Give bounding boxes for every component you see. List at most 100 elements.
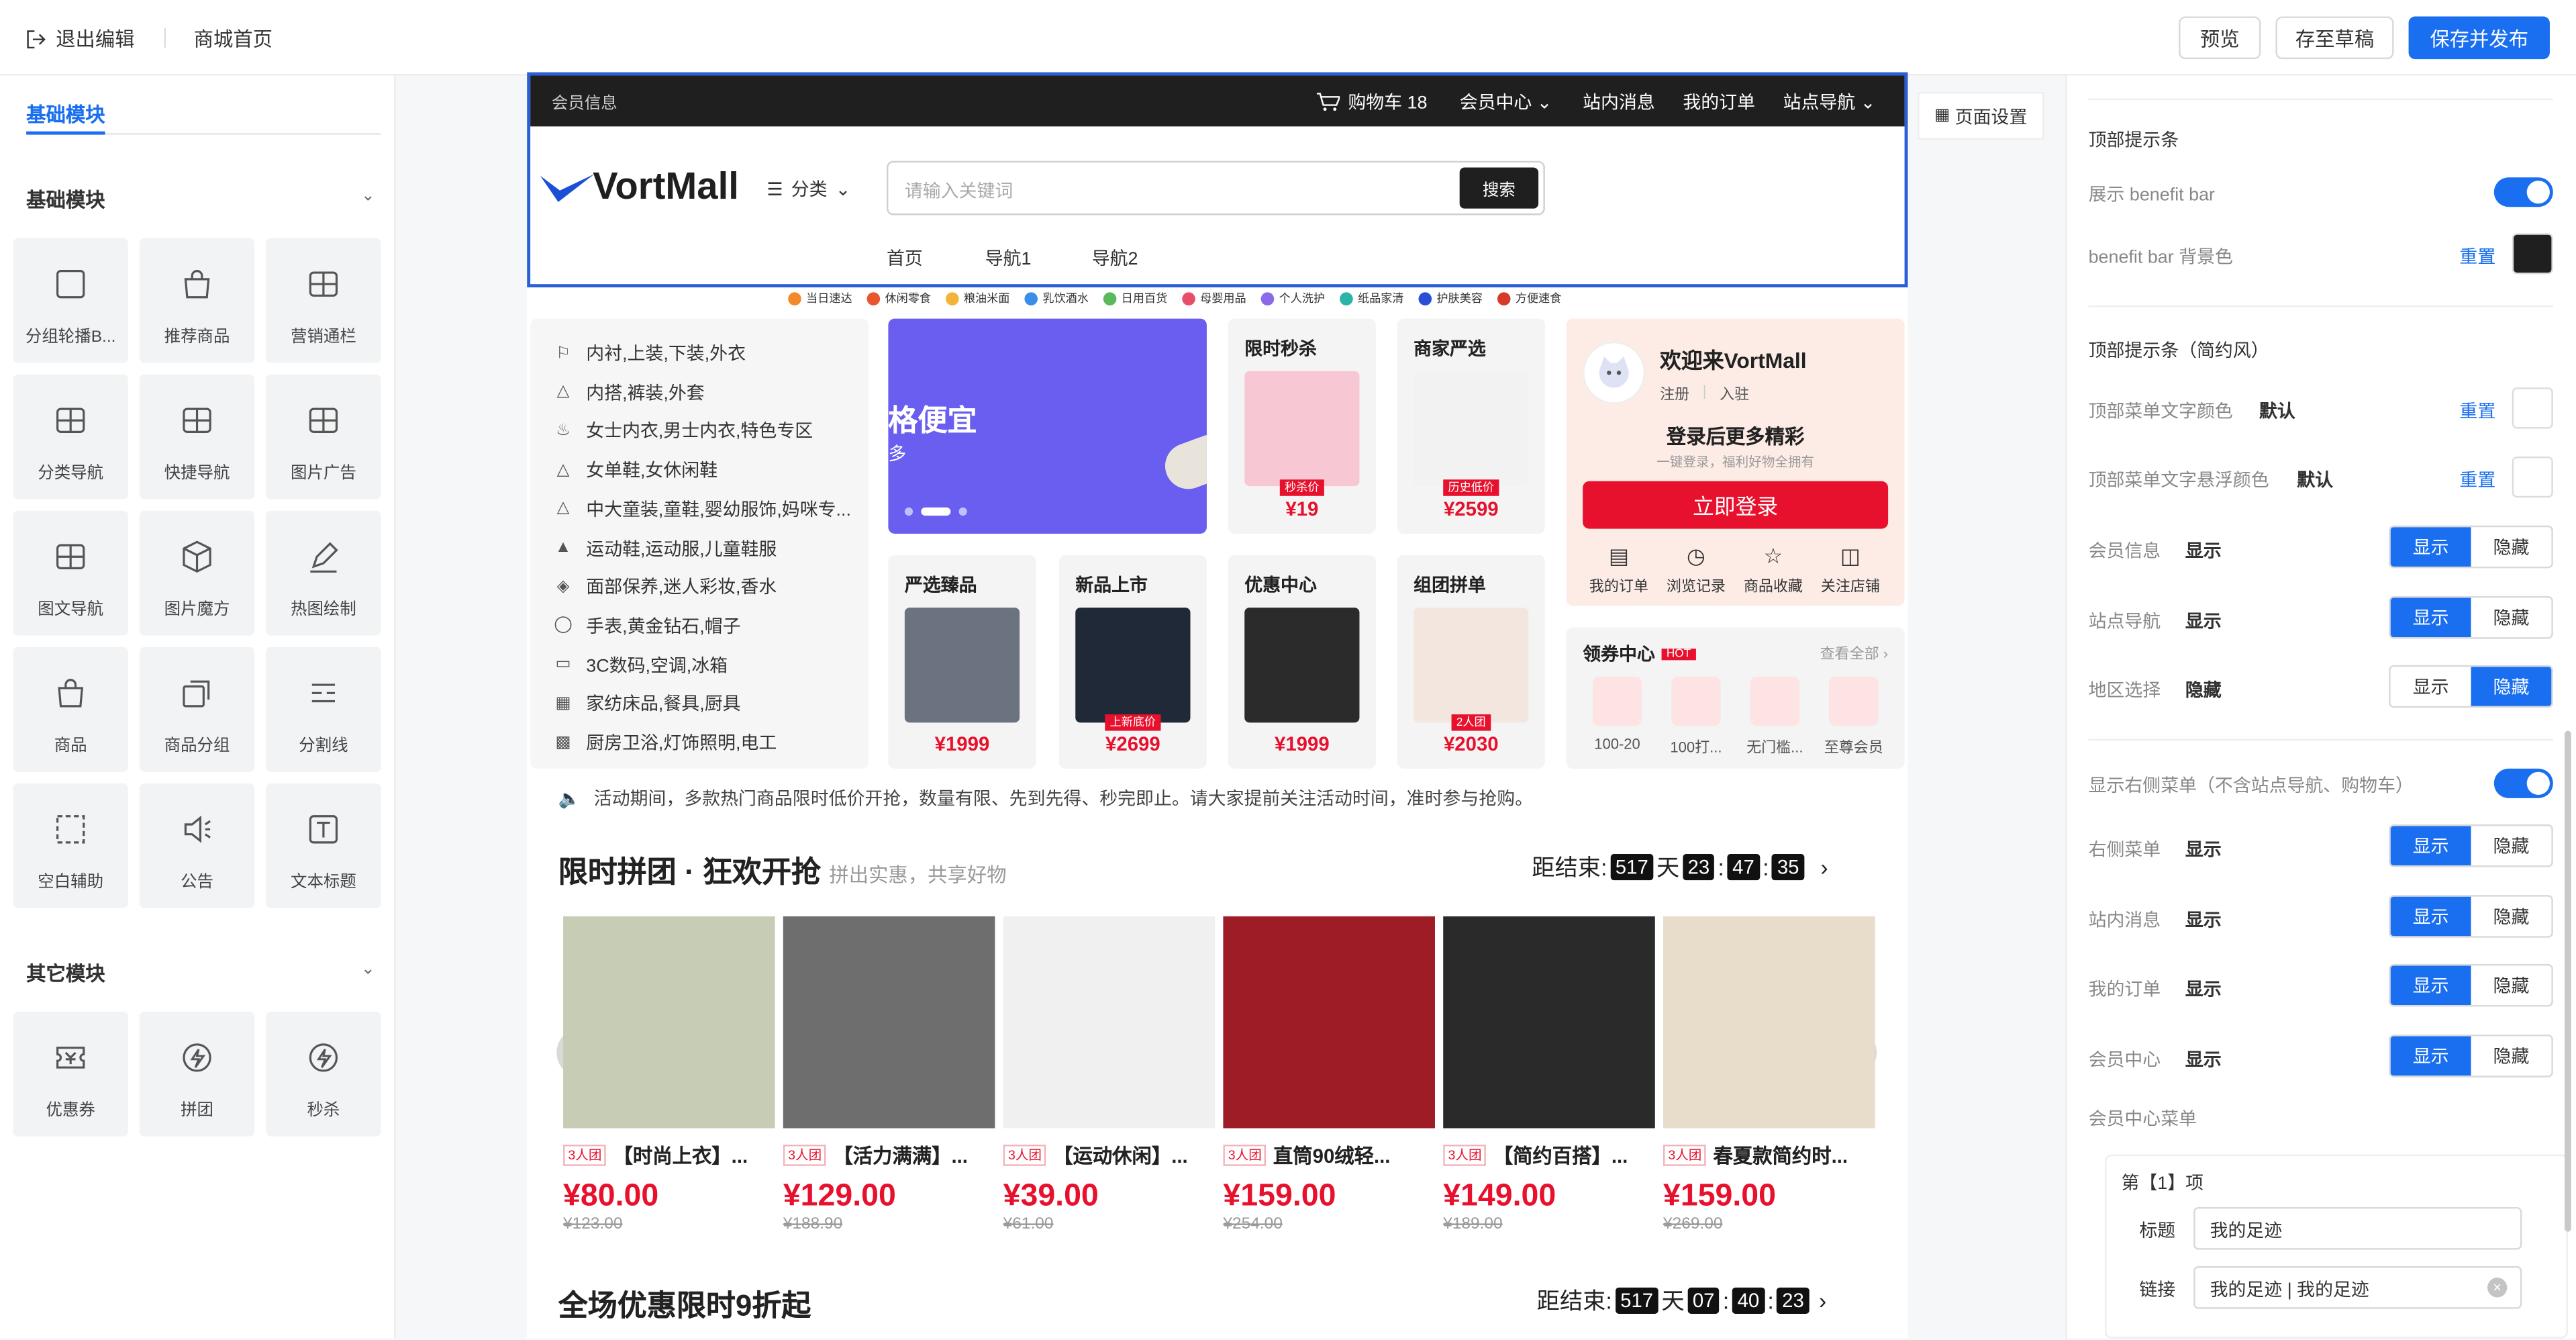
module-tile-o2[interactable]: 秒杀 xyxy=(266,1011,381,1137)
chevron-right-icon[interactable]: › xyxy=(1820,854,1828,880)
show-option[interactable]: 显示 xyxy=(2390,826,2471,866)
quick-category-item[interactable]: 母婴用品 xyxy=(1182,291,1246,307)
carousel-dots[interactable] xyxy=(904,507,967,516)
orders-segmented-control[interactable]: 显示 隐藏 xyxy=(2389,963,2553,1007)
nav-1[interactable]: 导航1 xyxy=(985,244,1032,271)
member-info-label[interactable]: 会员信息 xyxy=(552,89,617,113)
quick-category-item[interactable]: 方便速食 xyxy=(1497,291,1561,307)
search-button[interactable]: 搜索 xyxy=(1459,167,1539,209)
product-card[interactable]: 3人团 【活力满满】... ¥129.00 ¥188.90 xyxy=(783,916,995,1233)
hide-option[interactable]: 隐藏 xyxy=(2471,965,2552,1005)
category-menu-item[interactable]: ▲ 运动鞋,运动服,儿童鞋服 xyxy=(553,534,777,561)
quick-category-item[interactable]: 个人洗护 xyxy=(1260,291,1325,307)
carousel-dot[interactable] xyxy=(958,507,967,516)
show-option[interactable]: 显示 xyxy=(2391,667,2471,706)
page-settings-button[interactable]: ▦ 页面设置 xyxy=(1918,91,2044,140)
region-segmented-control[interactable]: 显示 隐藏 xyxy=(2389,665,2553,708)
module-tile-b13[interactable]: 公告 xyxy=(139,783,255,908)
logo[interactable]: VortMall xyxy=(538,164,739,209)
module-tile-b6[interactable]: 图文导航 xyxy=(13,510,128,636)
quick-category-item[interactable]: 日用百货 xyxy=(1103,291,1167,307)
category-menu-item[interactable]: △ 内搭,裤装,外套 xyxy=(553,379,705,405)
category-dropdown[interactable]: ☰ 分类 ⌄ xyxy=(766,176,850,202)
hide-option[interactable]: 隐藏 xyxy=(2471,897,2552,937)
show-benefit-toggle[interactable] xyxy=(2493,177,2553,207)
coupon-item[interactable]: 至尊会员 xyxy=(1818,676,1890,757)
product-card[interactable]: 3人团 【时尚上衣】... ¥80.00 ¥123.00 xyxy=(563,916,775,1233)
reset-menu-hover-color-link[interactable]: 重置 xyxy=(2459,467,2495,493)
carousel-dot-active[interactable] xyxy=(921,507,951,516)
quick-category-item[interactable]: 纸品家清 xyxy=(1340,291,1404,307)
register-link[interactable]: 注册 xyxy=(1660,383,1689,404)
module-tile-b2[interactable]: 营销通栏 xyxy=(266,238,381,363)
cart-link[interactable]: 购物车 18 xyxy=(1316,89,1427,115)
quick-category-item[interactable]: 当日速达 xyxy=(788,291,852,307)
coupon-item[interactable]: 100-20 xyxy=(1581,676,1654,752)
module-tile-b3[interactable]: 分类导航 xyxy=(13,374,128,499)
promo-card[interactable]: 优惠中心 ¥1999 xyxy=(1228,555,1376,769)
show-right-menu-toggle[interactable] xyxy=(2493,768,2553,798)
member-info-segmented-control[interactable]: 显示 隐藏 xyxy=(2389,525,2553,569)
search-box[interactable]: 请输入关键词 搜索 xyxy=(886,160,1545,216)
preview-button[interactable]: 预览 xyxy=(2179,16,2261,60)
welcome-link[interactable]: ▤ 我的订单 xyxy=(1576,544,1661,596)
panel-scrollbar[interactable] xyxy=(2564,730,2571,1232)
menu-hover-color-swatch[interactable] xyxy=(2512,457,2553,498)
hide-option[interactable]: 隐藏 xyxy=(2471,597,2552,637)
menu-item-title-input[interactable]: 我的足迹 xyxy=(2193,1206,2522,1250)
welcome-link[interactable]: ◷ 浏览记录 xyxy=(1653,544,1738,596)
category-menu-item[interactable]: ▦ 家纺床品,餐具,厨具 xyxy=(553,690,740,716)
welcome-link[interactable]: ◫ 关注店铺 xyxy=(1807,544,1893,596)
search-input[interactable]: 请输入关键词 xyxy=(905,177,1013,203)
category-menu-item[interactable]: ◈ 面部保养,迷人彩妆,香水 xyxy=(553,573,777,600)
show-option[interactable]: 显示 xyxy=(2390,965,2471,1006)
quick-category-item[interactable]: 护肤美容 xyxy=(1418,291,1483,307)
module-tile-b4[interactable]: 快捷导航 xyxy=(139,374,255,499)
orders-link[interactable]: 我的订单 xyxy=(1683,89,1755,115)
avatar[interactable] xyxy=(1583,341,1646,404)
module-tile-o1[interactable]: 拼团 xyxy=(139,1011,255,1137)
module-tile-b12[interactable]: 空白辅助 xyxy=(13,783,128,908)
join-link[interactable]: 入驻 xyxy=(1720,383,1749,404)
member-center-segmented-control[interactable]: 显示 隐藏 xyxy=(2389,1035,2553,1078)
promo-card[interactable]: 限时秒杀 秒杀价 ¥19 xyxy=(1228,318,1376,534)
module-tile-o0[interactable]: 优惠券 xyxy=(13,1011,128,1137)
view-all-coupons-link[interactable]: 查看全部 › xyxy=(1820,642,1889,663)
quick-category-item[interactable]: 休闲零食 xyxy=(866,291,931,307)
reset-benefit-bg-link[interactable]: 重置 xyxy=(2459,243,2495,269)
module-tile-b0[interactable]: 分组轮播B... xyxy=(13,238,128,363)
hide-option[interactable]: 隐藏 xyxy=(2471,826,2552,865)
banner-carousel[interactable]: 格便宜 多 xyxy=(888,318,1207,534)
category-menu-item[interactable]: ♨ 女士内衣,男士内衣,特色专区 xyxy=(553,418,813,444)
hide-option[interactable]: 隐藏 xyxy=(2471,1037,2552,1076)
nav-2[interactable]: 导航2 xyxy=(1092,244,1138,271)
category-menu-item[interactable]: ⚐ 内衬,上装,下装,外衣 xyxy=(553,340,746,366)
menu-text-color-swatch[interactable] xyxy=(2512,387,2553,429)
quick-category-item[interactable]: 粮油米面 xyxy=(946,291,1009,307)
coupon-item[interactable]: 100打... xyxy=(1660,676,1732,757)
module-tile-b11[interactable]: 分割线 xyxy=(266,647,381,772)
module-tile-b14[interactable]: 文本标题 xyxy=(266,783,381,908)
module-tile-b8[interactable]: 热图绘制 xyxy=(266,510,381,636)
product-card[interactable]: 3人团 【运动休闲】... ¥39.00 ¥61.00 xyxy=(1003,916,1216,1233)
show-option[interactable]: 显示 xyxy=(2390,1036,2471,1076)
category-menu-item[interactable]: ▭ 3C数码,空调,冰箱 xyxy=(553,651,728,677)
member-center-link[interactable]: 会员中心 ⌄ xyxy=(1460,89,1552,115)
clear-link-icon[interactable]: × xyxy=(2487,1278,2508,1298)
show-option[interactable]: 显示 xyxy=(2390,527,2471,567)
promo-card[interactable]: 严选臻品 ¥1999 xyxy=(888,555,1036,769)
module-tile-b7[interactable]: 图片魔方 xyxy=(139,510,255,636)
product-card[interactable]: 3人团 直筒90绒轻... ¥159.00 ¥254.00 xyxy=(1223,916,1435,1233)
product-card[interactable]: 3人团 春夏款简约时... ¥159.00 ¥269.00 xyxy=(1663,916,1875,1233)
promo-card[interactable]: 新品上市 上新底价 ¥2699 xyxy=(1058,555,1207,769)
product-card[interactable]: 3人团 【简约百搭】... ¥149.00 ¥189.00 xyxy=(1443,916,1655,1233)
module-tile-b1[interactable]: 推荐商品 xyxy=(139,238,255,363)
category-menu-item[interactable]: △ 中大童装,童鞋,婴幼服饰,妈咪专... xyxy=(553,495,851,522)
module-tile-b5[interactable]: 图片广告 xyxy=(266,374,381,499)
show-option[interactable]: 显示 xyxy=(2390,597,2471,638)
messages-link[interactable]: 站内消息 xyxy=(1583,89,1655,115)
top-member-bar[interactable]: 会员信息 购物车 18 会员中心 ⌄ 站内消息 我的订单 站点导航 ⌄ xyxy=(530,75,1905,127)
login-button[interactable]: 立即登录 xyxy=(1583,481,1889,529)
right-menu-segmented-control[interactable]: 显示 隐藏 xyxy=(2389,824,2553,867)
site-nav-segmented-control[interactable]: 显示 隐藏 xyxy=(2389,595,2553,639)
